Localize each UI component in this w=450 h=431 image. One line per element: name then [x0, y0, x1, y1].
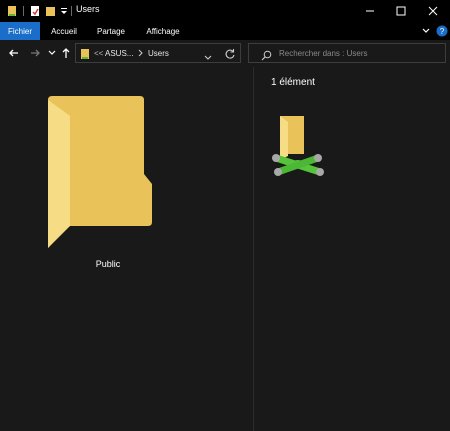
refresh-icon[interactable] [224, 47, 236, 65]
separator [71, 6, 72, 16]
ribbon-tabs: Fichier Accueil Partage Affichage ? [0, 22, 450, 40]
users-folder-icon [80, 47, 92, 65]
title-bar: Users [0, 0, 450, 22]
customize-quick-access-icon[interactable] [60, 3, 68, 19]
address-overflow[interactable]: << [94, 49, 103, 58]
folder-name-public[interactable]: Public [60, 259, 156, 269]
maximize-button[interactable] [386, 0, 416, 22]
breadcrumb-chevron-icon[interactable] [138, 49, 144, 59]
tab-accueil[interactable]: Accueil [42, 22, 86, 40]
search-input[interactable]: Rechercher dans : Users [248, 43, 446, 63]
address-segment-asus[interactable]: ASUS... [105, 49, 133, 58]
close-button[interactable] [418, 0, 448, 22]
tab-fichier[interactable]: Fichier [0, 22, 40, 40]
svg-text:?: ? [440, 27, 445, 36]
address-history-chevron-icon[interactable] [204, 49, 212, 67]
back-button[interactable] [6, 44, 22, 62]
window-title: Users [76, 4, 100, 14]
folder-icon [40, 96, 160, 260]
up-button[interactable] [58, 44, 74, 62]
tab-affichage[interactable]: Affichage [136, 22, 190, 40]
search-placeholder: Rechercher dans : Users [279, 49, 368, 58]
list-item[interactable] [40, 88, 160, 256]
network-folder-icon [268, 110, 328, 180]
app-folder-icon [7, 3, 19, 19]
forward-button[interactable] [27, 44, 43, 62]
new-folder-icon[interactable] [45, 3, 57, 19]
separator [23, 6, 24, 16]
search-icon [261, 48, 272, 66]
address-segment-users[interactable]: Users [148, 49, 169, 58]
address-bar[interactable]: << ASUS... Users [75, 43, 241, 63]
item-count: 1 élément [271, 77, 315, 88]
tab-partage[interactable]: Partage [89, 22, 133, 40]
properties-icon[interactable] [29, 3, 41, 19]
minimize-button[interactable] [355, 0, 385, 22]
